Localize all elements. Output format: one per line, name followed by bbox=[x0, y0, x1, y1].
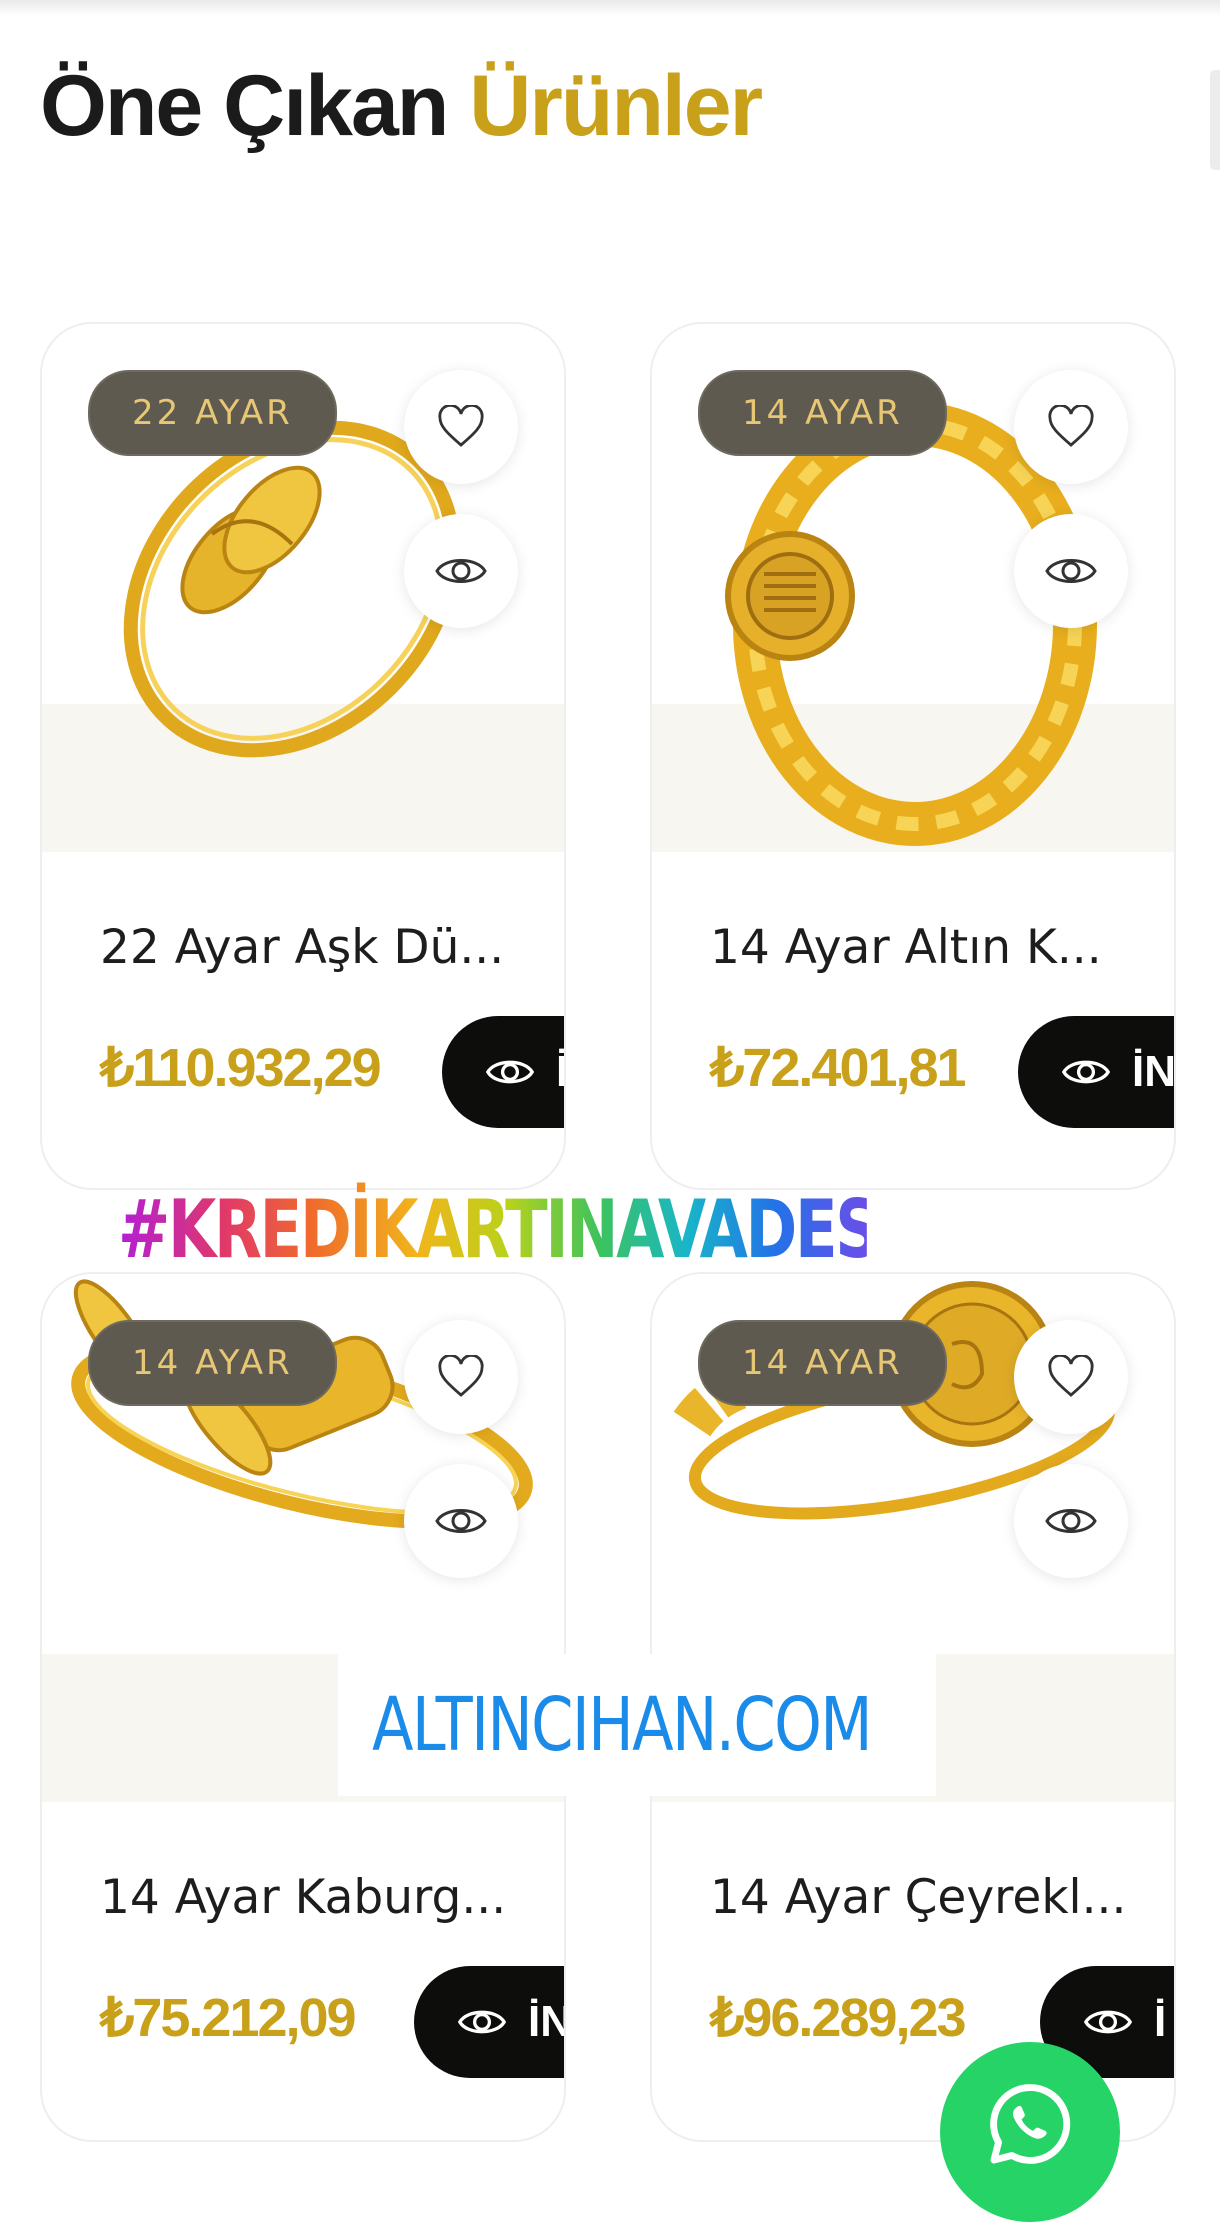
product-title[interactable]: 14 Ayar Altın K... bbox=[710, 920, 1130, 975]
eye-icon bbox=[1062, 1060, 1110, 1084]
section-title-accent: Ürünler bbox=[469, 58, 763, 154]
karat-badge: 22 AYAR bbox=[88, 370, 337, 456]
karat-badge: 14 AYAR bbox=[698, 1320, 947, 1406]
inspect-button[interactable]: İN bbox=[414, 1966, 564, 2078]
heart-icon bbox=[438, 1355, 484, 1397]
eye-icon bbox=[486, 1060, 534, 1084]
product-price: ₺110.932,29 bbox=[100, 1038, 382, 1098]
product-title[interactable]: 14 Ayar Kaburg... bbox=[100, 1870, 520, 1925]
product-price: ₺72.401,81 bbox=[710, 1038, 967, 1098]
product-price: ₺96.289,23 bbox=[710, 1988, 967, 2048]
heart-icon bbox=[438, 405, 484, 447]
karat-badge: 14 AYAR bbox=[88, 1320, 337, 1406]
favorite-button[interactable] bbox=[1014, 1320, 1128, 1434]
eye-icon bbox=[435, 559, 487, 583]
karat-badge: 14 AYAR bbox=[698, 370, 947, 456]
product-title[interactable]: 14 Ayar Çeyrekl... bbox=[710, 1870, 1130, 1925]
eye-icon bbox=[458, 2010, 506, 2034]
inspect-label: İ bbox=[1154, 1997, 1167, 2046]
site-link[interactable]: ALTINCIHAN.COM bbox=[338, 1654, 936, 1796]
quick-view-button[interactable] bbox=[1014, 514, 1128, 628]
product-card[interactable]: 22 AYAR 22 Ayar Aşk Dü... ₺110.932,29 İ bbox=[40, 322, 566, 1190]
quick-view-button[interactable] bbox=[1014, 1464, 1128, 1578]
product-price: ₺75.212,09 bbox=[100, 1988, 357, 2048]
site-link-text[interactable]: ALTINCIHAN.COM bbox=[372, 1682, 873, 1768]
favorite-button[interactable] bbox=[1014, 370, 1128, 484]
product-title[interactable]: 22 Ayar Aşk Dü... bbox=[100, 920, 520, 975]
eye-icon bbox=[1084, 2010, 1132, 2034]
hashtag-overlay: #KREDİKARTINAVADESİZ3TAKSİT bbox=[118, 1170, 1216, 1290]
inspect-label: İ bbox=[556, 1047, 564, 1097]
favorite-button[interactable] bbox=[404, 370, 518, 484]
quick-view-button[interactable] bbox=[404, 1464, 518, 1578]
inspect-button[interactable]: İ bbox=[442, 1016, 564, 1128]
scrollbar[interactable] bbox=[1210, 70, 1220, 170]
whatsapp-chat-button[interactable] bbox=[940, 2042, 1120, 2222]
quick-view-button[interactable] bbox=[404, 514, 518, 628]
eye-icon bbox=[1045, 559, 1097, 583]
favorite-button[interactable] bbox=[404, 1320, 518, 1434]
whatsapp-icon bbox=[990, 2084, 1071, 2164]
inspect-label: İN bbox=[1132, 1047, 1176, 1096]
top-shadow bbox=[0, 0, 1220, 16]
product-card[interactable]: 14 AYAR 14 Ayar Altın K... ₺72.401,81 İN bbox=[650, 322, 1176, 1190]
heart-icon bbox=[1048, 1355, 1094, 1397]
eye-icon bbox=[1045, 1509, 1097, 1533]
inspect-button[interactable]: İN bbox=[1018, 1016, 1176, 1128]
section-title-main: Öne Çıkan bbox=[40, 58, 449, 154]
section-title: Öne Çıkan Ürünler bbox=[40, 46, 763, 166]
heart-icon bbox=[1048, 405, 1094, 447]
eye-icon bbox=[435, 1509, 487, 1533]
inspect-label: İN bbox=[528, 1997, 564, 2046]
